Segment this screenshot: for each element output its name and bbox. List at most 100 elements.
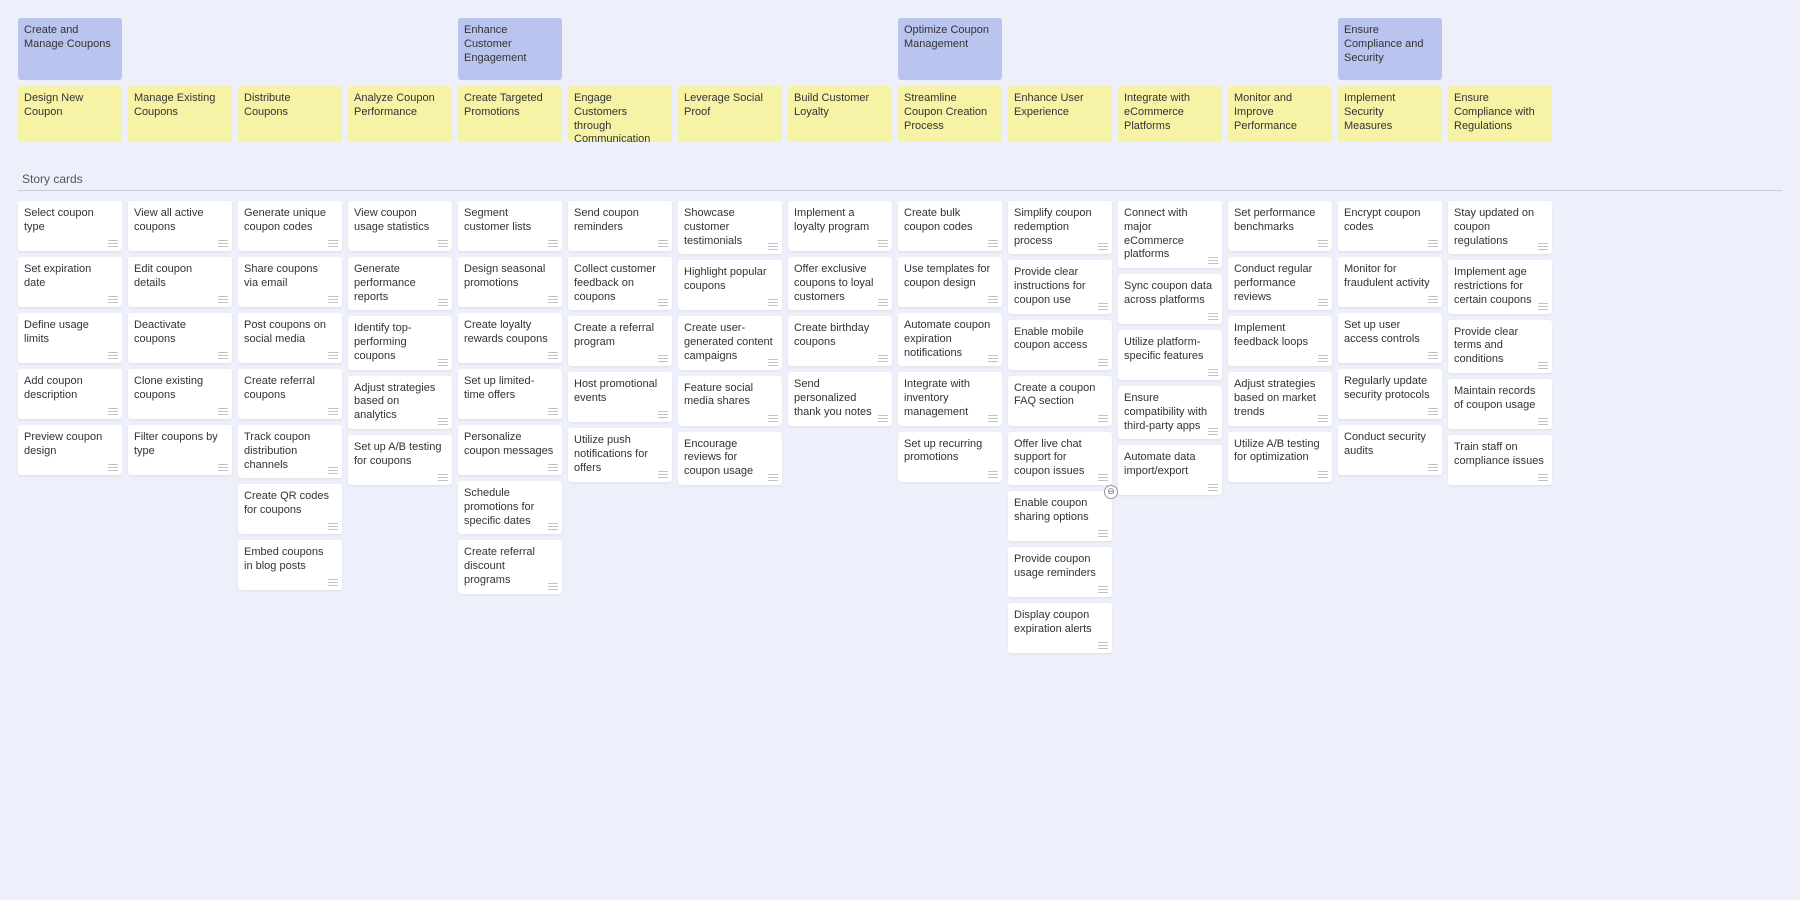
story-card[interactable]: Send coupon reminders	[568, 201, 672, 251]
story-card[interactable]: Set expiration date	[18, 257, 122, 307]
story-card[interactable]: Set up user access controls	[1338, 313, 1442, 363]
story-card[interactable]: Create QR codes for coupons	[238, 484, 342, 534]
story-card[interactable]: Embed coupons in blog posts	[238, 540, 342, 590]
feature-card[interactable]: Ensure Compliance with Regulations	[1448, 86, 1552, 142]
story-card[interactable]: Share coupons via email	[238, 257, 342, 307]
story-card[interactable]: Feature social media shares	[678, 376, 782, 426]
story-card[interactable]: Display coupon expiration alerts	[1008, 603, 1112, 653]
story-card[interactable]: Regularly update security protocols	[1338, 369, 1442, 419]
story-card[interactable]: Conduct security audits	[1338, 425, 1442, 475]
story-card[interactable]: Utilize A/B testing for optimization	[1228, 432, 1332, 482]
story-card[interactable]: Create loyalty rewards coupons	[458, 313, 562, 363]
story-card[interactable]: Conduct regular performance reviews	[1228, 257, 1332, 310]
story-card[interactable]: Provide clear terms and conditions	[1448, 320, 1552, 373]
story-card[interactable]: Create bulk coupon codes	[898, 201, 1002, 251]
story-card[interactable]: Highlight popular coupons	[678, 260, 782, 310]
story-card[interactable]: Set up recurring promotions	[898, 432, 1002, 482]
feature-card[interactable]: Implement Security Measures	[1338, 86, 1442, 142]
story-card[interactable]: Create a referral program	[568, 316, 672, 366]
story-card[interactable]: Maintain records of coupon usage	[1448, 379, 1552, 429]
drag-grip-icon	[1098, 415, 1108, 423]
feature-card[interactable]: Monitor and Improve Performance	[1228, 86, 1332, 142]
feature-card[interactable]: Distribute Coupons	[238, 86, 342, 142]
story-card[interactable]: Create referral discount programs	[458, 540, 562, 593]
story-card[interactable]: Simplify coupon redemption process	[1008, 201, 1112, 254]
epic-card[interactable]: Optimize Coupon Management	[898, 18, 1002, 80]
story-card[interactable]: Set up A/B testing for coupons	[348, 435, 452, 485]
story-card[interactable]: Deactivate coupons	[128, 313, 232, 363]
story-card[interactable]: View all active coupons	[128, 201, 232, 251]
story-card[interactable]: Adjust strategies based on analytics	[348, 376, 452, 429]
story-card[interactable]: Provide coupon usage reminders	[1008, 547, 1112, 597]
story-card[interactable]: Set up limited-time offers	[458, 369, 562, 419]
story-card[interactable]: Connect with major eCommerce platforms	[1118, 201, 1222, 268]
story-card[interactable]: Adjust strategies based on market trends	[1228, 372, 1332, 425]
story-card[interactable]: Implement a loyalty program	[788, 201, 892, 251]
card-badge-icon[interactable]: ⊖	[1104, 485, 1118, 499]
story-card[interactable]: Use templates for coupon design	[898, 257, 1002, 307]
story-card[interactable]: Generate performance reports	[348, 257, 452, 310]
story-card[interactable]: Edit coupon details	[128, 257, 232, 307]
story-card[interactable]: Enable coupon sharing options⊖	[1008, 491, 1112, 541]
feature-card[interactable]: Engage Customers through Communication	[568, 86, 672, 142]
story-card[interactable]: Utilize push notifications for offers	[568, 428, 672, 481]
story-card[interactable]: Post coupons on social media	[238, 313, 342, 363]
story-card[interactable]: Implement feedback loops	[1228, 316, 1332, 366]
story-card[interactable]: Create a coupon FAQ section	[1008, 376, 1112, 426]
story-card[interactable]: Design seasonal promotions	[458, 257, 562, 307]
feature-card[interactable]: Integrate with eCommerce Platforms	[1118, 86, 1222, 142]
story-card[interactable]: Integrate with inventory management	[898, 372, 1002, 425]
drag-grip-icon	[988, 240, 998, 248]
feature-card[interactable]: Analyze Coupon Performance	[348, 86, 452, 142]
feature-card[interactable]: Streamline Coupon Creation Process	[898, 86, 1002, 142]
feature-card[interactable]: Manage Existing Coupons	[128, 86, 232, 142]
story-card[interactable]: Stay updated on coupon regulations	[1448, 201, 1552, 254]
story-card[interactable]: Schedule promotions for specific dates	[458, 481, 562, 534]
story-card[interactable]: Set performance benchmarks	[1228, 201, 1332, 251]
story-card[interactable]: Enable mobile coupon access	[1008, 320, 1112, 370]
story-card[interactable]: Encrypt coupon codes	[1338, 201, 1442, 251]
story-card[interactable]: Send personalized thank you notes	[788, 372, 892, 425]
story-card[interactable]: Collect customer feedback on coupons	[568, 257, 672, 310]
story-card[interactable]: Encourage reviews for coupon usage	[678, 432, 782, 485]
story-card[interactable]: Create user-generated content campaigns	[678, 316, 782, 369]
story-card[interactable]: Personalize coupon messages	[458, 425, 562, 475]
story-card[interactable]: Segment customer lists	[458, 201, 562, 251]
story-card[interactable]: Sync coupon data across platforms	[1118, 274, 1222, 324]
story-card[interactable]: Host promotional events	[568, 372, 672, 422]
story-card[interactable]: Utilize platform-specific features	[1118, 330, 1222, 380]
epic-card[interactable]: Ensure Compliance and Security	[1338, 18, 1442, 80]
story-card[interactable]: Preview coupon design	[18, 425, 122, 475]
feature-card[interactable]: Leverage Social Proof	[678, 86, 782, 142]
story-card[interactable]: Showcase customer testimonials	[678, 201, 782, 254]
feature-card[interactable]: Enhance User Experience	[1008, 86, 1112, 142]
story-card[interactable]: Implement age restrictions for certain c…	[1448, 260, 1552, 313]
story-card[interactable]: Automate data import/export	[1118, 445, 1222, 495]
feature-card[interactable]: Build Customer Loyalty	[788, 86, 892, 142]
story-card[interactable]: Offer live chat support for coupon issue…	[1008, 432, 1112, 485]
drag-grip-icon	[658, 471, 668, 479]
feature-card[interactable]: Design New Coupon	[18, 86, 122, 142]
story-card[interactable]: Create birthday coupons	[788, 316, 892, 366]
story-card[interactable]: Filter coupons by type	[128, 425, 232, 475]
story-card[interactable]: View coupon usage statistics	[348, 201, 452, 251]
story-card[interactable]: Ensure compatibility with third-party ap…	[1118, 386, 1222, 439]
story-card[interactable]: Track coupon distribution channels	[238, 425, 342, 478]
story-card[interactable]: Select coupon type	[18, 201, 122, 251]
feature-card[interactable]: Create Targeted Promotions	[458, 86, 562, 142]
story-card[interactable]: Generate unique coupon codes	[238, 201, 342, 251]
drag-grip-icon	[878, 299, 888, 307]
story-card[interactable]: Add coupon description	[18, 369, 122, 419]
story-card[interactable]: Automate coupon expiration notifications	[898, 313, 1002, 366]
story-card[interactable]: Provide clear instructions for coupon us…	[1008, 260, 1112, 313]
drag-grip-icon	[1538, 303, 1548, 311]
story-card[interactable]: Identify top-performing coupons	[348, 316, 452, 369]
story-card[interactable]: Offer exclusive coupons to loyal custome…	[788, 257, 892, 310]
epic-card[interactable]: Create and Manage Coupons	[18, 18, 122, 80]
story-card[interactable]: Define usage limits	[18, 313, 122, 363]
epic-card[interactable]: Enhance Customer Engagement	[458, 18, 562, 80]
story-card[interactable]: Create referral coupons	[238, 369, 342, 419]
story-card[interactable]: Clone existing coupons	[128, 369, 232, 419]
story-card[interactable]: Monitor for fraudulent activity	[1338, 257, 1442, 307]
story-card[interactable]: Train staff on compliance issues	[1448, 435, 1552, 485]
